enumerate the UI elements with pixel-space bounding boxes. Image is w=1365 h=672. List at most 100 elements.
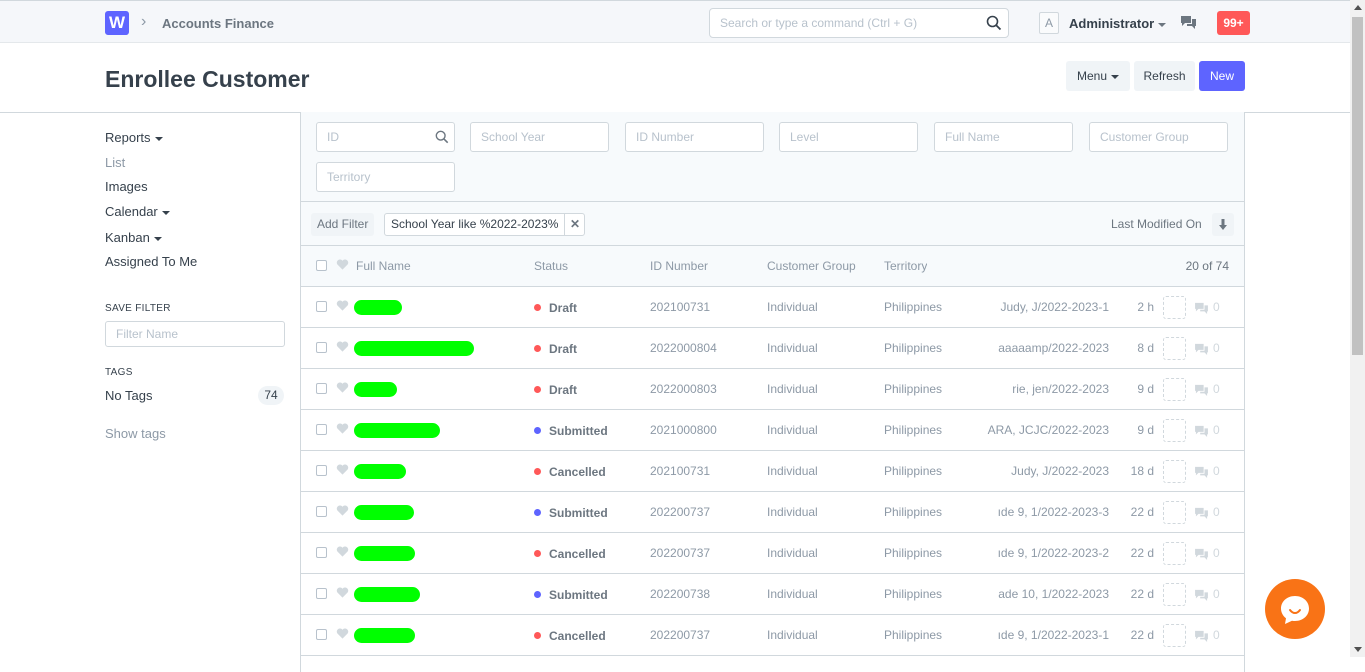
heart-icon[interactable] [336,258,349,274]
table-row[interactable]: Cancelled 202100731 Individual Philippines J… [301,451,1244,492]
row-checkbox[interactable] [316,424,327,435]
page-title: Enrollee Customer [105,66,310,92]
table-row[interactable]: Cancelled 202200737 Individual Philippines ı… [301,533,1244,574]
row-modified: 9 d [1137,382,1154,396]
select-all-checkbox[interactable] [316,260,327,271]
active-filter-tag[interactable]: School Year like %2022-2023% ✕ [384,213,586,236]
sidebar-item-reports[interactable]: Reports [105,130,163,145]
assign-avatar-placeholder[interactable] [1163,419,1186,442]
redacted-name[interactable] [354,464,406,479]
row-checkbox[interactable] [316,588,327,599]
comment-count-value: 0 [1213,587,1220,601]
caret-down-icon [161,210,170,215]
assign-avatar-placeholder[interactable] [1163,378,1186,401]
status-label: Draft [549,341,578,356]
heart-icon[interactable] [336,545,349,561]
scrollbar-thumb[interactable] [1352,17,1363,355]
filter-name-input[interactable] [106,322,276,346]
row-status: Cancelled [534,451,606,491]
notifications-badge[interactable]: 99+ [1217,11,1250,35]
assign-avatar-placeholder[interactable] [1163,583,1186,606]
add-filter-button[interactable]: Add Filter [311,213,375,236]
row-checkbox[interactable] [316,465,327,476]
new-button[interactable]: New [1199,61,1245,91]
heart-icon[interactable] [336,504,349,520]
sort-order-button[interactable] [1212,213,1234,236]
assign-avatar-placeholder[interactable] [1163,624,1186,647]
redacted-name[interactable] [354,628,415,643]
table-row[interactable]: Draft 2022000803 Individual Philippines rie,… [301,369,1244,410]
assign-avatar-placeholder[interactable] [1163,501,1186,524]
assign-avatar-placeholder[interactable] [1163,542,1186,565]
redacted-name[interactable] [354,423,440,438]
remove-filter-icon[interactable]: ✕ [564,214,584,235]
assign-avatar-placeholder[interactable] [1163,337,1186,360]
sidebar-item-kanban[interactable]: Kanban [105,230,162,245]
scroll-up-arrow[interactable] [1354,5,1362,10]
chat-bubble-icon [1281,596,1309,624]
sidebar-item-no-tags[interactable]: No Tags [105,388,152,403]
sidebar-item-images[interactable]: Images [105,179,148,194]
heart-icon[interactable] [336,299,349,315]
redacted-name[interactable] [354,587,420,602]
heart-icon[interactable] [336,463,349,479]
tag-count-badge: 74 [258,386,284,405]
heart-icon[interactable] [336,586,349,602]
filter-level-input[interactable] [780,123,900,151]
filter-id-input[interactable] [317,123,437,151]
redacted-name[interactable] [354,300,402,315]
assign-avatar-placeholder[interactable] [1163,460,1186,483]
show-tags-link[interactable]: Show tags [105,426,166,441]
column-status: Status [534,259,569,273]
chat-icon[interactable] [1180,15,1197,32]
avatar[interactable]: A [1039,12,1059,34]
comment-count-value: 0 [1213,341,1220,355]
row-checkbox[interactable] [316,506,327,517]
row-checkbox[interactable] [316,629,327,640]
filter-full-name-input[interactable] [935,123,1055,151]
table-row[interactable]: Cancelled 202200737 Individual Philippines ı… [301,615,1244,656]
heart-icon[interactable] [336,381,349,397]
row-checkbox[interactable] [316,342,327,353]
refresh-button[interactable]: Refresh [1134,61,1195,91]
menu-button[interactable]: Menu [1066,61,1130,91]
row-checkbox[interactable] [316,383,327,394]
table-row[interactable]: Draft 2022000804 Individual Philippines aaaa… [301,328,1244,369]
row-reference: ıde 9, 1/2022-2023-1 [997,628,1109,642]
row-checkbox[interactable] [316,301,327,312]
comment-count: 0 [1194,410,1220,450]
search-icon[interactable] [986,15,1002,34]
sidebar-item-list[interactable]: List [105,155,125,170]
breadcrumb[interactable]: Accounts Finance [162,16,274,31]
heart-icon[interactable] [336,627,349,643]
row-reference: Judy, J/2022-2023-1 [1000,300,1109,314]
user-menu[interactable]: Administrator [1069,16,1167,31]
sidebar-item-calendar[interactable]: Calendar [105,204,170,219]
filter-territory-input[interactable] [317,163,437,191]
redacted-name[interactable] [354,505,414,520]
table-row[interactable]: Draft 202100731 Individual Philippines Judy,… [301,287,1244,328]
heart-icon[interactable] [336,422,349,438]
table-row[interactable]: Submitted 202200738 Individual Philippines a… [301,574,1244,615]
row-checkbox[interactable] [316,547,327,558]
row-modified: 22 d [1130,587,1154,601]
row-territory: Philippines [884,423,943,437]
redacted-name[interactable] [354,341,474,356]
sidebar-item-assigned-to-me[interactable]: Assigned To Me [105,254,197,269]
filter-id-number-input[interactable] [626,123,746,151]
chat-widget-button[interactable] [1265,579,1325,639]
sort-selector[interactable]: Last Modified On [1111,217,1202,231]
app-logo[interactable]: W [105,11,129,35]
scroll-down-arrow[interactable] [1354,647,1362,652]
table-row[interactable]: Submitted 2021000800 Individual Philippines… [301,410,1244,451]
search-input[interactable] [710,9,970,37]
filter-customer-group-input[interactable] [1090,123,1210,151]
heart-icon[interactable] [336,340,349,356]
assign-avatar-placeholder[interactable] [1163,296,1186,319]
table-row[interactable]: Submitted 202200737 Individual Philippines ı… [301,492,1244,533]
row-reference: ıde 9, 1/2022-2023-3 [997,505,1109,519]
comment-count-value: 0 [1213,546,1220,560]
redacted-name[interactable] [354,382,397,397]
redacted-name[interactable] [354,546,415,561]
filter-school-year-input[interactable] [471,123,591,151]
